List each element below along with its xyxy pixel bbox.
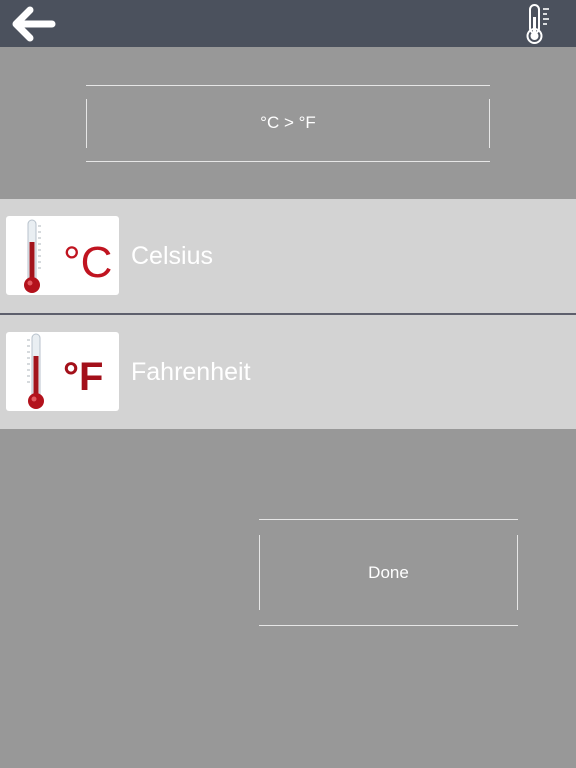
fahrenheit-symbol: °F	[63, 355, 103, 399]
done-button[interactable]: Done	[259, 519, 518, 626]
border-top	[259, 519, 518, 520]
border-bottom	[259, 625, 518, 626]
thermometer-button[interactable]	[522, 3, 556, 45]
convert-direction-button[interactable]: °C > °F	[86, 85, 490, 162]
arrow-left-icon	[12, 6, 56, 42]
unit-row-fahrenheit[interactable]: °F Fahrenheit	[0, 315, 576, 429]
celsius-symbol: °C	[63, 238, 112, 287]
back-button[interactable]	[10, 4, 60, 44]
top-bar	[0, 0, 576, 47]
unit-label-fahrenheit: Fahrenheit	[131, 358, 251, 386]
unit-label-celsius: Celsius	[131, 242, 213, 270]
celsius-thermometer-icon: °C	[6, 216, 119, 295]
unit-row-celsius[interactable]: °C Celsius	[0, 199, 576, 313]
done-label: Done	[368, 563, 409, 582]
fahrenheit-thermometer-icon: °F	[6, 332, 119, 411]
thermometer-icon	[526, 4, 549, 44]
convert-direction-label: °C > °F	[260, 113, 316, 132]
border-bottom	[86, 161, 490, 162]
border-top	[86, 85, 490, 86]
